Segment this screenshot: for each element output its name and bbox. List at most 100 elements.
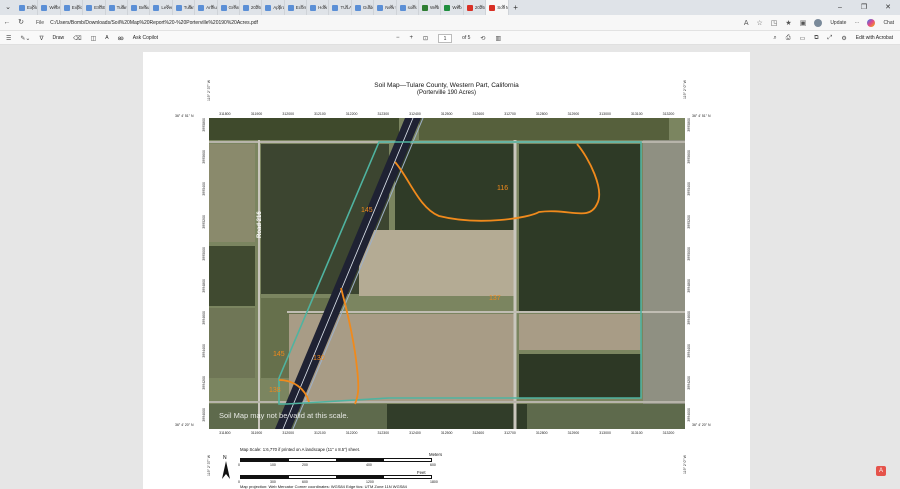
tab-close-icon[interactable]: ✕	[300, 4, 304, 10]
browser-tab[interactable]: soils n✕	[397, 0, 420, 15]
save-as-icon[interactable]: ⧉	[814, 35, 818, 42]
read-aloud-icon[interactable]: A	[744, 20, 749, 27]
browser-tab[interactable]: ESSEN✕	[83, 0, 106, 15]
browser-tab[interactable]: Webs ✕	[38, 0, 61, 15]
eraser-icon[interactable]: ⌫	[73, 35, 81, 42]
file-scheme-label: File	[36, 20, 45, 26]
meters-label: Meters	[429, 452, 443, 457]
page-number-input[interactable]: 1	[438, 33, 453, 43]
zoom-in-button[interactable]: +	[410, 35, 414, 41]
browser-tab[interactable]: Explo ✕	[61, 0, 84, 15]
zoom-out-button[interactable]: −	[396, 35, 400, 41]
profile-avatar[interactable]	[814, 19, 823, 27]
favorites-icon[interactable]: ★	[785, 19, 791, 27]
collections-icon[interactable]: ▣	[800, 19, 807, 27]
tab-close-icon[interactable]: ✕	[345, 4, 349, 10]
fullscreen-icon[interactable]: ⤢	[828, 35, 833, 42]
chat-button[interactable]: Chat	[883, 20, 894, 26]
url-field[interactable]: File C:/Users/Bomb/Downloads/Soil%20Map%…	[36, 17, 771, 29]
tab-favicon-icon	[130, 4, 137, 11]
pdf-page: Soil Map—Tulare County, Western Part, Ca…	[143, 52, 750, 489]
close-window-button[interactable]: ✕	[876, 0, 900, 15]
draw-pen-icon[interactable]: ∇	[39, 35, 43, 42]
page-layout-icon[interactable]: ▥	[495, 35, 501, 42]
contents-icon[interactable]: ☰	[6, 35, 11, 42]
update-button[interactable]: Update	[830, 20, 846, 26]
settings-gear-icon[interactable]: ⚙	[841, 35, 846, 42]
tab-close-icon[interactable]: ✕	[501, 4, 505, 10]
draw-button[interactable]: Draw	[52, 35, 64, 41]
tab-list: Explo✕Webs✕Explo✕ESSEN✕Tulare✕Beaut✕Leve…	[16, 0, 509, 15]
tab-actions-icon[interactable]: ⌄	[0, 0, 16, 15]
acrobat-icon[interactable]: A	[876, 466, 886, 476]
scale-tick-label: 400	[366, 463, 372, 467]
browser-tab[interactable]: Leveri ✕	[150, 0, 173, 15]
tab-close-icon[interactable]: ✕	[255, 4, 259, 10]
tab-close-icon[interactable]: ✕	[31, 4, 35, 10]
projection-text: Map projection: Web Mercator Corner coor…	[240, 484, 407, 489]
tab-close-icon[interactable]: ✕	[76, 4, 80, 10]
maximize-button[interactable]: ❐	[852, 0, 876, 15]
minimize-button[interactable]: –	[828, 0, 852, 15]
browser-tab[interactable]: Appra ✕	[262, 0, 285, 15]
tab-close-icon[interactable]: ✕	[277, 4, 281, 10]
favorite-star-icon[interactable]: ☆	[757, 19, 763, 27]
map-scale-text: Map Scale: 1:6,770 if printed on A lands…	[240, 447, 361, 452]
tab-close-icon[interactable]: ✕	[166, 4, 170, 10]
tab-close-icon[interactable]: ✕	[188, 4, 192, 10]
tab-favicon-icon	[198, 4, 205, 11]
browser-tab[interactable]: Tulare ✕	[106, 0, 128, 15]
pdf-viewer[interactable]: Soil Map—Tulare County, Western Part, Ca…	[0, 45, 900, 489]
scale-tick-label: 600	[430, 463, 436, 467]
tab-favicon-icon	[19, 4, 25, 11]
browser-tab[interactable]: Guide ✕	[352, 0, 375, 15]
back-button[interactable]: ←	[0, 15, 14, 31]
more-menu-button[interactable]: ···	[854, 20, 859, 26]
ask-copilot-button[interactable]: Ask Copilot	[133, 35, 158, 41]
browser-tab[interactable]: Ecomi ✕	[285, 0, 308, 15]
browser-tab[interactable]: TULA ✕	[329, 0, 352, 15]
browser-tab[interactable]: 2025 I ✕	[464, 0, 487, 15]
browser-tab[interactable]: New t ✕	[374, 0, 397, 15]
tab-close-icon[interactable]: ✕	[210, 4, 214, 10]
tab-close-icon[interactable]: ✕	[389, 4, 393, 10]
immersive-reader-icon[interactable]: ꙭ	[118, 35, 124, 42]
page-view-icon[interactable]: ◫	[91, 35, 97, 42]
browser-tab[interactable]: Soil M ✕	[486, 0, 509, 15]
tab-close-icon[interactable]: ✕	[412, 4, 416, 10]
tab-close-icon[interactable]: ✕	[434, 4, 438, 10]
tab-favicon-icon	[287, 4, 294, 11]
browser-tab[interactable]: Beaut ✕	[128, 0, 151, 15]
tab-close-icon[interactable]: ✕	[457, 4, 461, 10]
browser-tab[interactable]: Great ✕	[218, 0, 240, 15]
search-icon[interactable]: ⌕	[773, 35, 776, 42]
browser-tab[interactable]: 2025 F✕	[240, 0, 263, 15]
extensions-icon[interactable]: ◳	[771, 19, 778, 27]
browser-tab[interactable]: Arthur ✕	[195, 0, 218, 15]
browser-tab[interactable]: How t ✕	[307, 0, 330, 15]
edit-with-acrobat-button[interactable]: Edit with Acrobat	[856, 35, 893, 41]
print-icon[interactable]: ⎙	[786, 35, 791, 42]
read-aloud-button[interactable]: A	[105, 35, 108, 41]
tab-close-icon[interactable]: ✕	[98, 4, 102, 10]
browser-tab[interactable]: Tulare ✕	[173, 0, 196, 15]
copilot-icon[interactable]	[867, 19, 876, 27]
tab-close-icon[interactable]: ✕	[322, 4, 326, 10]
tab-close-icon[interactable]: ✕	[479, 4, 483, 10]
meters-scale-ticks: 0 100 200 400 600	[238, 463, 436, 468]
browser-tab[interactable]: Web S✕	[419, 0, 442, 15]
tab-close-icon[interactable]: ✕	[143, 4, 147, 10]
new-tab-button[interactable]: +	[509, 0, 523, 15]
rotate-icon[interactable]: ⟲	[480, 35, 485, 42]
refresh-button[interactable]: ↻	[14, 15, 28, 31]
fit-page-icon[interactable]: ⊡	[423, 35, 428, 42]
pdf-zoom-controls: − + ⊡ 1 of 5 ⟲ ▥	[396, 31, 501, 45]
tab-close-icon[interactable]: ✕	[367, 4, 371, 10]
save-icon[interactable]: ▭	[800, 35, 806, 42]
tab-close-icon[interactable]: ✕	[233, 4, 237, 10]
tab-close-icon[interactable]: ✕	[121, 4, 125, 10]
browser-tab[interactable]: Explo ✕	[16, 0, 39, 15]
tab-close-icon[interactable]: ✕	[54, 4, 58, 10]
browser-tab[interactable]: Web S✕	[441, 0, 464, 15]
highlight-icon[interactable]: ✎⌄	[20, 35, 30, 42]
